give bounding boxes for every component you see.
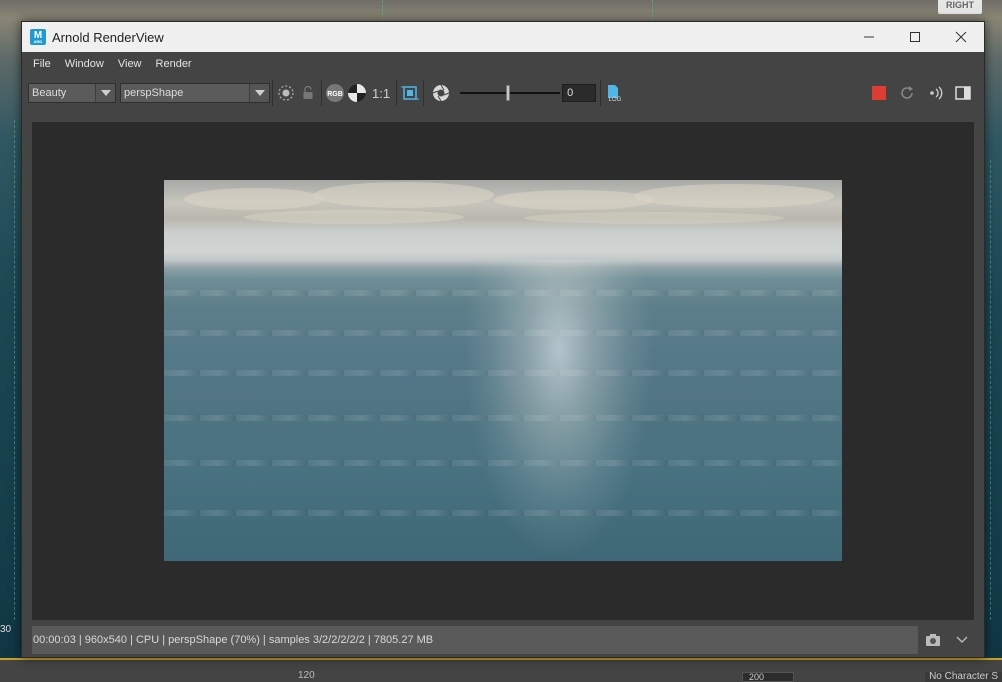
chevron-down-icon	[95, 84, 115, 102]
refresh-icon	[901, 86, 913, 99]
frame-icon	[401, 86, 420, 100]
log-button[interactable]: LOG	[603, 82, 625, 104]
camera-dropdown[interactable]: perspShape	[120, 83, 270, 103]
minimize-icon	[864, 36, 874, 38]
exposure-field[interactable]: 0	[562, 84, 597, 102]
maya-app-icon: M ARD	[30, 29, 46, 45]
chevron-down-icon	[956, 636, 967, 643]
title-bar[interactable]: M ARD Arnold RenderView	[22, 22, 984, 52]
menu-bar: File Window View Render	[22, 52, 984, 76]
aov-dropdown[interactable]: Beauty	[28, 83, 116, 103]
rgb-icon: RGB	[326, 84, 344, 102]
log-label: LOG	[609, 97, 622, 103]
camera-icon	[925, 634, 940, 646]
stop-render-button[interactable]	[872, 86, 886, 100]
expand-panel-button[interactable]	[951, 629, 973, 651]
render-controls	[868, 82, 974, 104]
zoom-ratio-button[interactable]: 1:1	[372, 86, 390, 101]
timeline-start-value: 120	[298, 670, 315, 681]
minimize-button[interactable]	[846, 22, 892, 52]
grid-line	[382, 0, 383, 21]
slider-handle[interactable]	[506, 85, 511, 101]
character-set-selector[interactable]: No Character S	[925, 672, 1002, 682]
aperture-icon	[432, 84, 450, 102]
app-icon-sub: ARD	[33, 39, 43, 44]
window-controls	[846, 22, 984, 52]
toolbar-separator	[321, 80, 322, 106]
log-icon: LOG	[608, 85, 622, 103]
maximize-button[interactable]	[892, 22, 938, 52]
camera-value: perspShape	[124, 87, 184, 99]
rendered-ocean-image	[164, 180, 842, 561]
render-status-text: 00:00:03 | 960x540 | CPU | perspShape (7…	[33, 634, 434, 646]
menu-window[interactable]: Window	[58, 58, 111, 70]
crop-region-button[interactable]	[275, 82, 297, 104]
close-button[interactable]	[938, 22, 984, 52]
grid-line	[14, 120, 15, 620]
menu-view[interactable]: View	[111, 58, 149, 70]
lock-icon	[303, 85, 313, 99]
exposure-slider[interactable]	[460, 82, 561, 104]
refresh-render-button[interactable]	[896, 82, 918, 104]
slider-track	[460, 92, 561, 94]
window-title: Arnold RenderView	[52, 29, 164, 45]
snapshot-button[interactable]	[922, 629, 944, 651]
toolbar-separator	[396, 80, 398, 106]
toolbar-separator	[600, 80, 602, 106]
ipr-button[interactable]	[924, 82, 946, 104]
menu-render[interactable]: Render	[149, 58, 199, 70]
close-icon	[955, 31, 967, 43]
timeline-end-value: 200	[749, 672, 765, 682]
timeline-strip[interactable]: 120 200 No Character S	[0, 658, 1002, 682]
sun-reflection	[464, 260, 654, 560]
exposure-button[interactable]	[430, 82, 452, 104]
arnold-renderview-window: M ARD Arnold RenderView File Window View…	[21, 21, 985, 658]
menu-file[interactable]: File	[26, 58, 58, 70]
checker-icon	[348, 84, 366, 102]
ipr-signal-icon	[930, 86, 943, 100]
toolbar-separator	[272, 80, 273, 106]
aov-value: Beauty	[32, 87, 67, 99]
checker-background-button[interactable]	[346, 82, 368, 104]
toggle-side-panel-button[interactable]	[952, 82, 974, 104]
viewport-frame-number: 30	[0, 624, 12, 635]
status-actions	[918, 626, 976, 654]
target-icon	[278, 85, 294, 101]
lock-button[interactable]	[297, 82, 319, 104]
grid-line	[652, 0, 653, 21]
render-display-area[interactable]	[32, 122, 974, 620]
side-panel-icon	[955, 86, 971, 100]
rgb-label: RGB	[327, 91, 343, 98]
toolbar-separator	[423, 80, 425, 106]
frame-all-button[interactable]	[399, 82, 421, 104]
rgb-channel-button[interactable]: RGB	[324, 82, 346, 104]
status-bar: 00:00:03 | 960x540 | CPU | perspShape (7…	[32, 626, 918, 654]
maximize-icon	[910, 32, 920, 42]
timeline-end-field[interactable]: 200	[742, 672, 794, 682]
grid-line	[990, 160, 991, 620]
view-cube-right-label[interactable]: RIGHT	[938, 0, 982, 14]
toolbar: Beauty perspShape RGB 1:1 0 LOG	[22, 76, 984, 110]
chevron-down-icon	[249, 84, 269, 102]
